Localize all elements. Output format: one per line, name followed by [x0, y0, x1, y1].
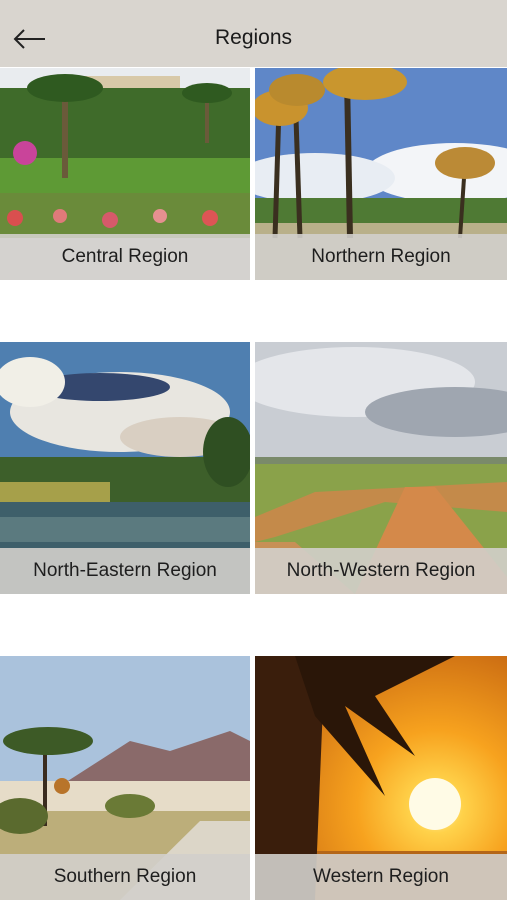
region-tile-western[interactable]: Western Region	[255, 656, 507, 900]
page-title: Regions	[214, 26, 293, 49]
region-tile-north-eastern[interactable]: North-Eastern Region	[0, 342, 250, 594]
top-bar: Regions	[0, 0, 507, 67]
region-label: Southern Region	[0, 854, 250, 900]
region-label: North-Western Region	[255, 548, 507, 594]
region-tile-north-western[interactable]: North-Western Region	[255, 342, 507, 594]
region-label: Northern Region	[255, 234, 507, 280]
region-label: North-Eastern Region	[0, 548, 250, 594]
region-tile-southern[interactable]: Southern Region	[0, 656, 250, 900]
region-label: Central Region	[0, 234, 250, 280]
region-label: Western Region	[255, 854, 507, 900]
region-tile-central[interactable]: Central Region	[0, 68, 250, 280]
region-tile-northern[interactable]: Northern Region	[255, 68, 507, 280]
